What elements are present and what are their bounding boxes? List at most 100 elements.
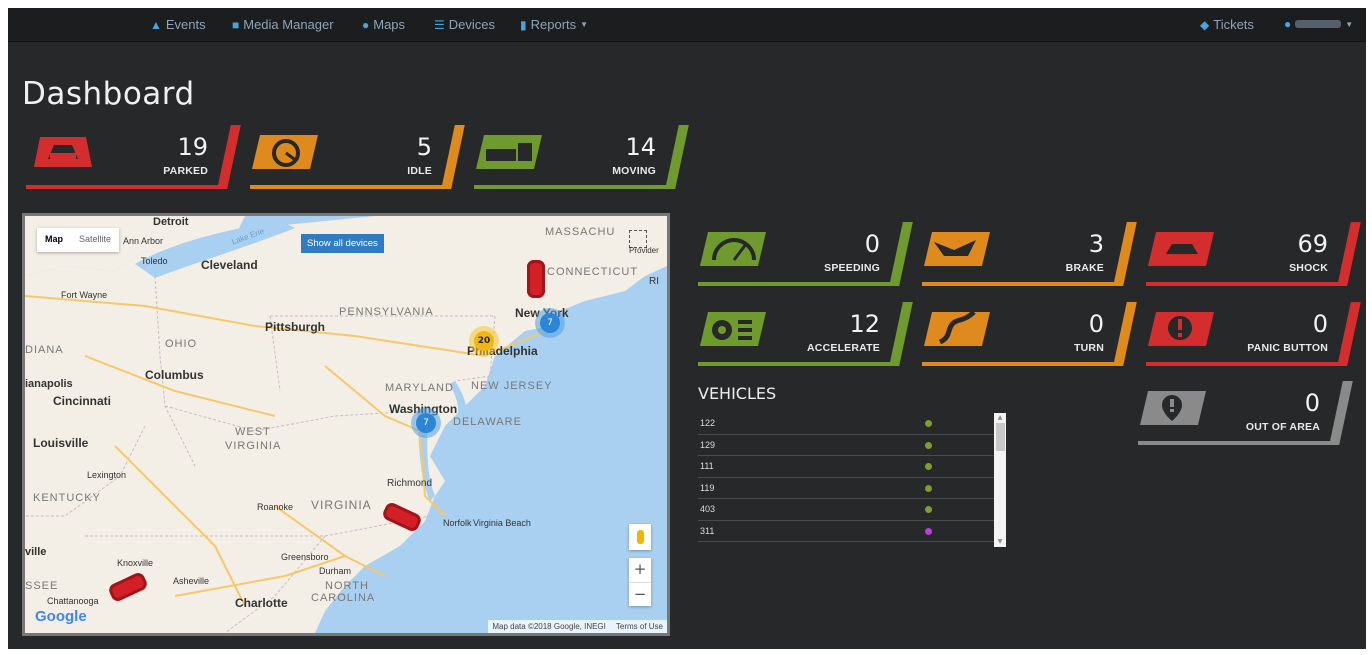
map-place-label: NORTH bbox=[325, 580, 369, 592]
vehicles-scrollbar[interactable]: ▲ ▼ bbox=[994, 413, 1006, 547]
map-view[interactable]: Map Satellite Show all devices Detroit An… bbox=[22, 213, 670, 636]
map-place-label: Detroit bbox=[153, 216, 189, 228]
out-of-area-card[interactable]: 0 OUT OF AREA bbox=[1138, 381, 1353, 445]
map-place-label: MASSACHU bbox=[545, 226, 616, 238]
turn-card[interactable]: 0 TURN bbox=[922, 302, 1137, 366]
map-place-label: Fort Wayne bbox=[61, 290, 108, 300]
card-underline bbox=[698, 282, 898, 286]
idle-card[interactable]: 5 IDLE bbox=[250, 125, 465, 189]
speeding-card[interactable]: 0 SPEEDING bbox=[698, 222, 913, 286]
brake-card[interactable]: 3 BRAKE bbox=[922, 222, 1137, 286]
map-type-satellite-button[interactable]: Satellite bbox=[71, 228, 119, 252]
vehicle-row[interactable]: 122 bbox=[698, 413, 994, 435]
nav-devices[interactable]: ☰ Devices bbox=[434, 17, 495, 32]
page-title: Dashboard bbox=[22, 76, 195, 112]
map-place-label: Virginia Beach bbox=[473, 518, 531, 528]
card-label: SPEEDING bbox=[824, 262, 880, 274]
map-place-label: Cincinnati bbox=[53, 394, 112, 408]
map-place-label: Ann Arbor bbox=[123, 236, 164, 246]
card-slash bbox=[441, 125, 465, 189]
scroll-thumb[interactable] bbox=[995, 423, 1005, 451]
zoom-control: + − bbox=[629, 558, 651, 606]
card-slash bbox=[1337, 222, 1361, 286]
card-slash bbox=[217, 125, 241, 189]
map-place-label: Greensboro bbox=[281, 552, 329, 562]
card-slash bbox=[1113, 302, 1137, 366]
vehicle-row[interactable]: 311 bbox=[698, 521, 994, 542]
zoom-in-button[interactable]: + bbox=[629, 558, 651, 582]
map-place-label: DELAWARE bbox=[453, 416, 522, 428]
map-place-label: VIRGINIA bbox=[225, 440, 282, 452]
map-place-label: Cleveland bbox=[201, 258, 258, 272]
vehicle-car-icon[interactable] bbox=[527, 260, 545, 298]
card-count: 19 bbox=[177, 133, 208, 161]
card-label: BRAKE bbox=[1065, 262, 1104, 274]
map-place-label: SSEE bbox=[25, 580, 59, 592]
card-underline bbox=[922, 362, 1122, 366]
pegman-icon[interactable] bbox=[629, 524, 651, 550]
top-navbar: ▲ Events ■ Media Manager ● Maps ☰ Devices ▮ R… bbox=[8, 8, 1366, 42]
map-place-label: Columbus bbox=[145, 368, 204, 382]
card-label: SHOCK bbox=[1289, 262, 1328, 274]
card-count: 12 bbox=[849, 310, 880, 338]
map-place-label: RI bbox=[649, 276, 659, 287]
moving-card[interactable]: 14 MOVING bbox=[474, 125, 689, 189]
map-place-label: CAROLINA bbox=[311, 592, 376, 604]
status-dot-icon bbox=[925, 527, 932, 535]
card-count: 3 bbox=[1088, 230, 1104, 258]
panic-button-card[interactable]: 0 PANIC BUTTON bbox=[1146, 302, 1361, 366]
vehicle-row[interactable]: 403 bbox=[698, 499, 994, 521]
nav-events[interactable]: ▲ Events bbox=[150, 17, 206, 32]
card-count: 0 bbox=[1088, 310, 1104, 338]
vehicle-row[interactable]: 119 bbox=[698, 478, 994, 499]
card-underline bbox=[1138, 441, 1338, 445]
shock-card[interactable]: 69 SHOCK bbox=[1146, 222, 1361, 286]
status-dot-icon bbox=[925, 506, 932, 513]
nav-reports[interactable]: ▮ Reports ▼ bbox=[520, 17, 588, 32]
card-label: ACCELERATE bbox=[807, 342, 880, 354]
vehicle-id: 403 bbox=[700, 504, 716, 514]
parked-card[interactable]: 19 PARKED bbox=[26, 125, 241, 189]
map-place-label: PENNSYLVANIA bbox=[339, 306, 434, 318]
accelerate-card[interactable]: 12 ACCELERATE bbox=[698, 302, 913, 366]
shock-icon bbox=[1148, 226, 1214, 266]
caret-down-icon: ▼ bbox=[580, 20, 589, 29]
marker-cluster[interactable]: 7 bbox=[535, 308, 565, 338]
card-underline bbox=[922, 282, 1122, 286]
map-place-label: VIRGINIA bbox=[311, 498, 372, 512]
map-place-label: WEST bbox=[235, 426, 271, 438]
globe-icon: ● bbox=[362, 17, 370, 32]
map-place-label: CONNECTICUT bbox=[547, 266, 639, 278]
panic-icon bbox=[1148, 306, 1214, 346]
caret-down-icon: ▼ bbox=[1345, 19, 1354, 29]
nav-media-manager[interactable]: ■ Media Manager bbox=[232, 17, 334, 32]
map-place-label: Knoxville bbox=[117, 558, 154, 568]
map-type-map-button[interactable]: Map bbox=[37, 228, 71, 252]
accelerate-icon bbox=[700, 306, 766, 346]
list-icon: ☰ bbox=[434, 17, 445, 32]
card-label: PANIC BUTTON bbox=[1247, 342, 1328, 354]
show-all-devices-button[interactable]: Show all devices bbox=[301, 234, 384, 253]
marker-cluster[interactable]: 20 bbox=[469, 326, 499, 356]
map-place-label: DIANA bbox=[25, 344, 64, 356]
scroll-up-icon[interactable]: ▲ bbox=[994, 413, 1006, 423]
nav-maps[interactable]: ● Maps bbox=[362, 17, 405, 32]
vehicle-row[interactable]: 111 bbox=[698, 456, 994, 478]
google-logo: Google bbox=[35, 608, 87, 625]
card-count: 0 bbox=[1304, 389, 1320, 417]
moving-truck-icon bbox=[476, 129, 542, 169]
nav-tickets[interactable]: ◆ Tickets bbox=[1200, 17, 1254, 32]
zoom-out-button[interactable]: − bbox=[629, 582, 651, 606]
marker-cluster[interactable]: 7 bbox=[411, 408, 441, 438]
user-menu[interactable]: ● ▼ bbox=[1284, 17, 1353, 31]
app-window: ▲ Events ■ Media Manager ● Maps ☰ Devices ▮ R… bbox=[8, 8, 1366, 649]
username-blurred bbox=[1295, 20, 1342, 28]
vehicles-heading: VEHICLES bbox=[698, 384, 777, 403]
map-place-label: Durham bbox=[319, 566, 352, 576]
terms-link[interactable]: Terms of Use bbox=[616, 622, 663, 631]
scroll-down-icon[interactable]: ▼ bbox=[994, 537, 1006, 547]
vehicle-id: 111 bbox=[700, 461, 714, 471]
status-dot-icon bbox=[925, 420, 932, 427]
map-place-label: Lexington bbox=[87, 470, 127, 480]
vehicle-row[interactable]: 129 bbox=[698, 435, 994, 456]
